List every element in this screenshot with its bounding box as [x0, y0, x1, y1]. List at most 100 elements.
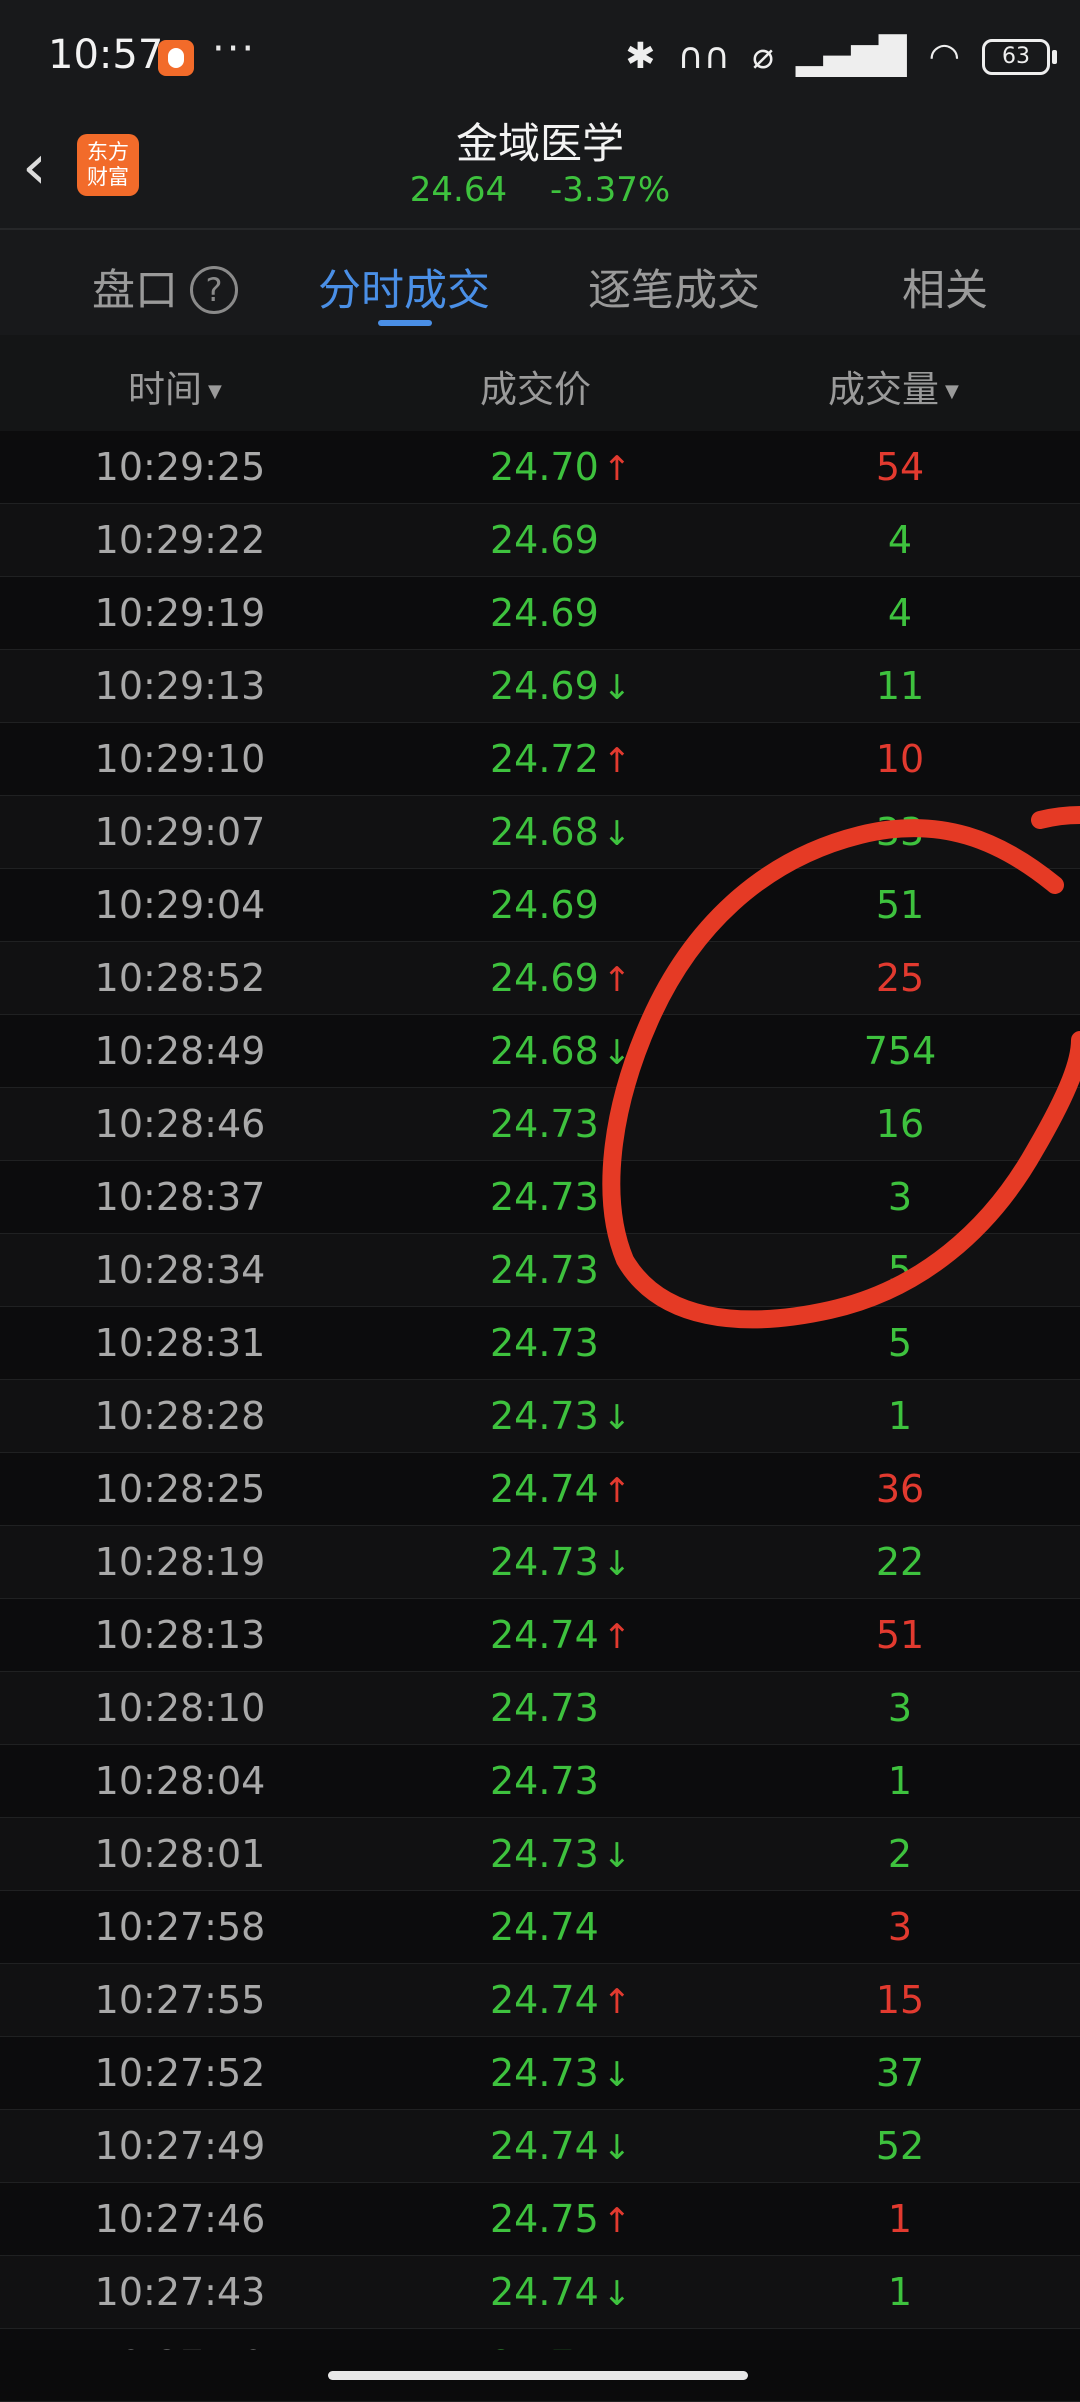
trade-volume: 5: [887, 1321, 913, 1365]
trade-price-cell: 24.74 ↓: [490, 2110, 631, 2184]
status-bar: 10:57 ··· ✱ ∩∩ ⌀ ▂▄▆█ ◠ 63: [0, 0, 1080, 110]
price-line: 24.64 -3.37%: [0, 170, 1080, 210]
trade-price: 24.73: [490, 1394, 599, 1438]
trade-price: 24.74: [490, 2124, 599, 2168]
trade-row: 10:28:28 24.73 ↓ 1: [0, 1380, 1080, 1453]
arrow-down-icon: ↓: [602, 668, 632, 708]
column-header-time[interactable]: 时间 ▼: [128, 359, 222, 413]
trade-price-cell: 24.73 ↓: [490, 1526, 631, 1600]
trade-price-cell: 24.69: [490, 577, 599, 649]
trade-time: 10:28:34: [94, 1248, 266, 1292]
trade-volume: 10: [875, 737, 925, 781]
trade-price: 24.74: [490, 2270, 599, 2314]
trade-row: 10:29:04 24.69 51: [0, 869, 1080, 942]
price-change-percent: -3.37%: [549, 170, 671, 210]
trade-price: 24.73: [490, 1102, 599, 1146]
arrow-up-icon: ↑: [602, 741, 632, 781]
trade-row: 10:29:19 24.69 4: [0, 577, 1080, 650]
trade-price: 24.74: [490, 1467, 599, 1511]
trade-row: 10:27:46 24.75 ↑ 1: [0, 2183, 1080, 2256]
trade-price-cell: 24.73 ↓: [490, 2037, 631, 2111]
trade-row: 10:27:52 24.73 ↓ 37: [0, 2037, 1080, 2110]
tab-tick-trades[interactable]: 逐笔成交: [588, 256, 760, 318]
arrow-up-icon: ↑: [602, 1982, 632, 2022]
trade-row: 10:27:58 24.74 3: [0, 1891, 1080, 1964]
tab-related[interactable]: 相关: [902, 256, 988, 318]
trade-price: 24.72: [490, 737, 599, 781]
trade-volume: 3: [887, 1905, 913, 1949]
trade-price: 24.74: [490, 1978, 599, 2022]
tab-order-book[interactable]: 盘口?: [92, 256, 238, 318]
trade-price: 24.73: [490, 1248, 599, 1292]
trade-volume: 11: [875, 664, 925, 708]
trade-price: 24.73: [490, 1832, 599, 1876]
trade-price-cell: 24.73 ↓: [490, 1818, 631, 1892]
more-notifications-icon: ···: [212, 26, 257, 72]
trade-price-cell: 24.75 ↑: [490, 2183, 631, 2257]
trade-time: 10:29:22: [94, 518, 266, 562]
column-header-price: 成交价: [480, 368, 591, 411]
trade-volume: 16: [875, 1102, 925, 1146]
trade-time: 10:27:58: [94, 1905, 266, 1949]
signal-icon: ▂▄▆█: [795, 36, 907, 77]
trade-price: 24.69: [490, 956, 599, 1000]
help-icon[interactable]: ?: [190, 265, 238, 314]
trade-volume: 1: [887, 2270, 913, 2314]
trade-price: 24.74: [490, 1905, 599, 1949]
trade-row: 10:28:46 24.73 16: [0, 1088, 1080, 1161]
wifi-icon: ◠: [928, 36, 960, 77]
trade-time: 10:29:10: [94, 737, 266, 781]
trade-volume: 3: [887, 1175, 913, 1219]
trades-list[interactable]: 10:29:25 24.70 ↑ 54 10:29:22 24.69 4 10:29:19 24…: [0, 431, 1080, 2402]
trade-volume: 2: [887, 1832, 913, 1876]
trade-row: 10:27:55 24.74 ↑ 15: [0, 1964, 1080, 2037]
trade-price: 24.73: [490, 2051, 599, 2095]
trade-row: 10:28:49 24.68 ↓ 754: [0, 1015, 1080, 1088]
trade-price-cell: 24.73 ↓: [490, 1380, 631, 1454]
arrow-up-icon: ↑: [602, 449, 632, 489]
trade-row: 10:28:37 24.73 3: [0, 1161, 1080, 1234]
trade-time: 10:28:13: [94, 1613, 266, 1657]
trade-time: 10:28:28: [94, 1394, 266, 1438]
trade-volume: 1: [887, 1759, 913, 1803]
trade-time: 10:28:31: [94, 1321, 266, 1365]
arrow-up-icon: ↑: [602, 1471, 632, 1511]
trade-price: 24.68: [490, 1029, 599, 1073]
trade-time: 10:28:04: [94, 1759, 266, 1803]
trade-price: 24.74: [490, 1613, 599, 1657]
stock-name: 金域医学: [455, 119, 624, 168]
trade-price-cell: 24.69 ↑: [490, 942, 631, 1016]
trade-time: 10:29:13: [94, 664, 266, 708]
trade-time: 10:28:37: [94, 1175, 266, 1219]
trade-price-cell: 24.74 ↑: [490, 1599, 631, 1673]
arrow-down-icon: ↓: [602, 814, 632, 854]
trade-volume: 36: [875, 1467, 925, 1511]
status-icons: ✱ ∩∩ ⌀ ▂▄▆█ ◠ 63: [625, 36, 1057, 77]
stock-header: ‹ 东方 财富 金域医学 24.64 -3.37%: [0, 110, 1080, 228]
trade-volume: 4: [887, 591, 913, 635]
trade-row: 10:28:13 24.74 ↑ 51: [0, 1599, 1080, 1672]
trade-time: 10:28:25: [94, 1467, 266, 1511]
trade-volume: 1: [887, 2197, 913, 2241]
arrow-up-icon: ↑: [602, 960, 632, 1000]
home-indicator[interactable]: [328, 2371, 748, 2380]
arrow-down-icon: ↓: [602, 2274, 632, 2314]
trade-price: 24.75: [490, 2197, 599, 2241]
trade-row: 10:28:31 24.73 5: [0, 1307, 1080, 1380]
trade-row: 10:27:43 24.74 ↓ 1: [0, 2256, 1080, 2329]
trade-price: 24.73: [490, 1759, 599, 1803]
arrow-down-icon: ↓: [602, 2055, 632, 2095]
trade-price-cell: 24.74 ↓: [490, 2256, 631, 2330]
trade-price: 24.68: [490, 810, 599, 854]
sort-down-icon: ▼: [208, 381, 222, 402]
column-header-volume[interactable]: 成交量 ▼: [828, 359, 959, 413]
tab-time-trades[interactable]: 分时成交: [318, 256, 490, 318]
sort-down-icon: ▼: [945, 381, 959, 402]
trade-price-cell: 24.68 ↓: [490, 796, 631, 870]
arrow-up-icon: ↑: [602, 1617, 632, 1657]
trade-price: 24.73: [490, 1321, 599, 1365]
tab-bar: 盘口? 分时成交 逐笔成交 相关: [0, 228, 1080, 335]
trade-row: 10:28:04 24.73 1: [0, 1745, 1080, 1818]
trade-price: 24.69: [490, 664, 599, 708]
trade-volume: 51: [875, 1613, 925, 1657]
